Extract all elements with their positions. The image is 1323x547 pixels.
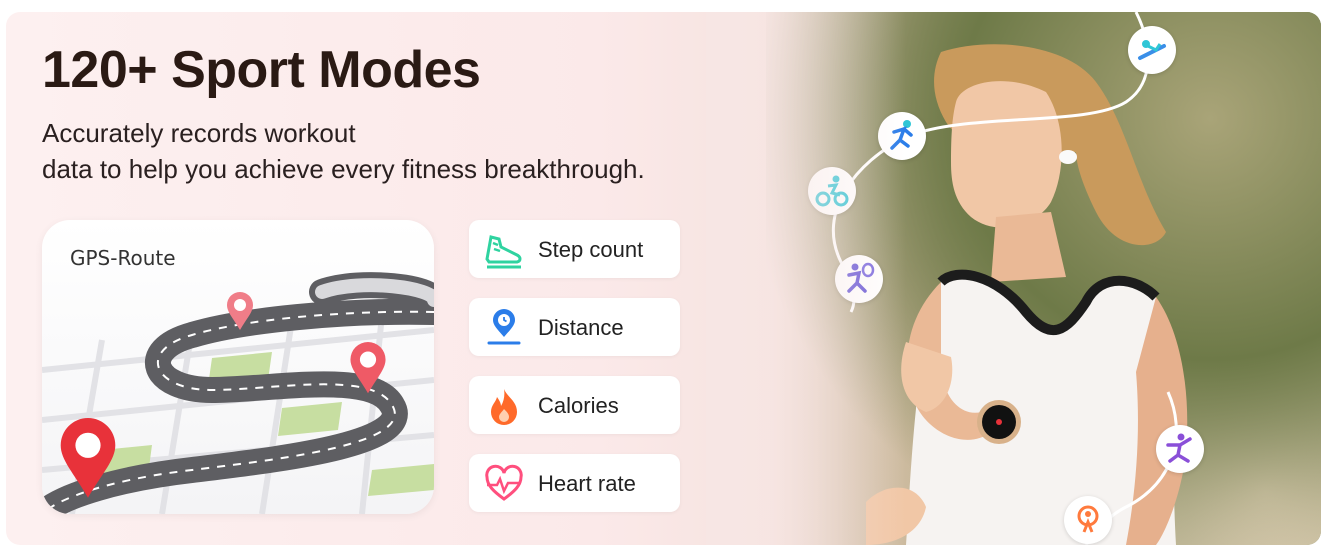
gps-route-card: GPS-Route	[42, 220, 434, 514]
metric-calories: Calories	[469, 376, 680, 434]
subtitle: Accurately records workout data to help y…	[42, 115, 645, 187]
heart-pulse-icon	[485, 464, 523, 501]
product-banner: 120+ Sport Modes Accurately records work…	[6, 12, 1321, 545]
metric-label: Step count	[538, 237, 644, 262]
subtitle-line-2: data to help you achieve every fitness b…	[42, 154, 645, 184]
metric-heart-rate: Heart rate	[469, 454, 680, 512]
headline: 120+ Sport Modes	[42, 41, 481, 99]
yoga-icon	[1156, 425, 1204, 473]
gym-bench-icon	[1128, 26, 1176, 74]
metric-label: Distance	[538, 315, 624, 340]
metric-label: Calories	[538, 393, 619, 418]
waypoint-pin-icon	[350, 342, 386, 394]
metric-distance: Distance	[469, 298, 680, 356]
metric-label: Heart rate	[538, 471, 636, 496]
photo-fade-overlay	[706, 12, 906, 545]
jump-rope-icon	[1064, 496, 1112, 544]
subtitle-line-1: Accurately records workout	[42, 118, 356, 148]
shoe-icon	[485, 235, 522, 269]
flame-icon	[491, 389, 517, 425]
map-title: GPS-Route	[70, 246, 176, 270]
start-pin-icon	[60, 418, 116, 498]
location-clock-icon	[487, 309, 521, 345]
metric-step-count: Step count	[469, 220, 680, 278]
waypoint-pin-icon	[227, 292, 253, 330]
